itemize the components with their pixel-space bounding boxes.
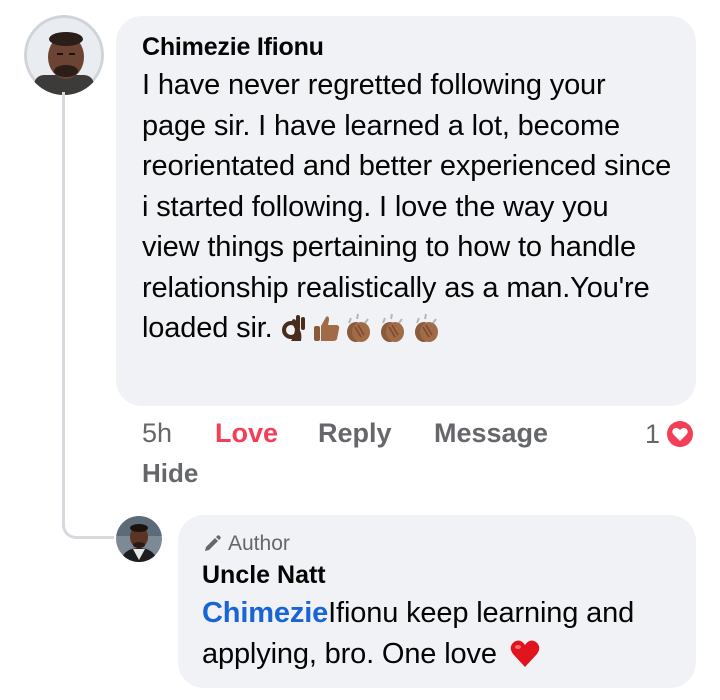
red-heart-emoji: [510, 640, 539, 667]
comment-author-name[interactable]: Chimezie Ifionu: [142, 32, 672, 62]
reaction-count: 1: [644, 418, 660, 449]
clapping-hands-emoji: [380, 313, 404, 342]
thread-connector: [62, 525, 114, 539]
avatar-uncle-natt[interactable]: [116, 516, 162, 562]
clapping-hands-emoji: [346, 313, 370, 342]
thumbs-up-emoji: [313, 316, 339, 341]
avatar-chimezie[interactable]: [24, 15, 104, 95]
love-reaction-button[interactable]: Love: [215, 418, 278, 449]
reply-button[interactable]: Reply: [318, 418, 392, 449]
reply-bubble: Author Uncle Natt ChimezieIfionu keep le…: [178, 515, 696, 688]
comment-actions: 5h Love Reply Message 1: [142, 418, 696, 452]
pencil-icon: [205, 535, 221, 551]
comment-timestamp[interactable]: 5h: [142, 418, 172, 449]
comment-bubble: Chimezie Ifionu I have never regretted f…: [116, 16, 696, 406]
love-reaction-icon: [665, 419, 695, 449]
reply-text: ChimezieIfionu keep learning and applyin…: [202, 593, 676, 674]
mention-link[interactable]: Chimezie: [202, 597, 328, 629]
comment-text: I have never regretted following your pa…: [142, 65, 672, 349]
emoji-row: [279, 313, 443, 343]
author-badge-label: Author: [228, 532, 290, 555]
hide-button[interactable]: Hide: [142, 458, 198, 489]
author-badge: Author: [202, 531, 676, 557]
comment-thread: Chimezie Ifionu I have never regretted f…: [0, 0, 720, 700]
clapping-hands-emoji: [414, 313, 438, 342]
comment-body: I have never regretted following your pa…: [142, 69, 672, 344]
ok-hand-emoji: [281, 315, 305, 341]
reaction-summary[interactable]: 1: [645, 418, 696, 450]
message-button[interactable]: Message: [434, 418, 548, 449]
thread-line: [62, 92, 65, 528]
reply-author-name[interactable]: Uncle Natt: [202, 559, 676, 591]
